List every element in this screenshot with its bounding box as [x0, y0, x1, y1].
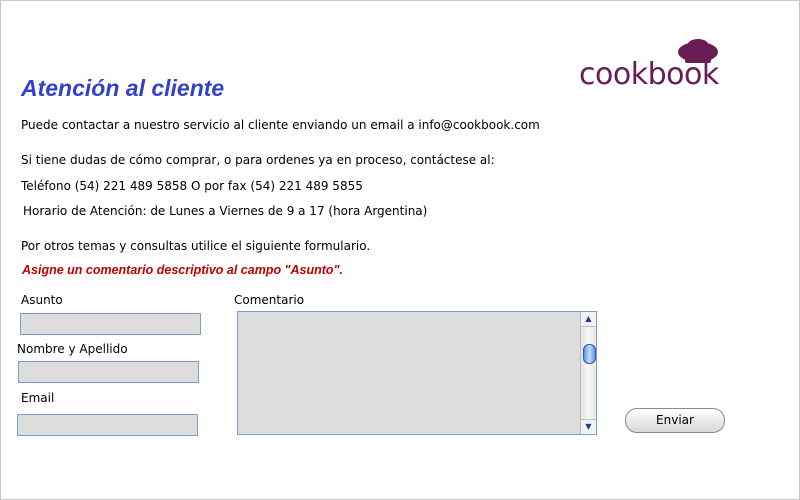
triangle-up-icon[interactable]: ▲ — [581, 312, 596, 327]
phone-text: Teléfono (54) 221 489 5858 O por fax (54… — [21, 179, 363, 193]
scrollbar-thumb[interactable] — [583, 344, 596, 364]
page-frame: cookbook Atención al cliente Puede conta… — [0, 0, 800, 500]
email-input[interactable] — [17, 414, 198, 436]
email-label: Email — [21, 391, 55, 405]
doubts-text: Si tiene dudas de cómo comprar, o para o… — [21, 153, 495, 167]
comentario-label: Comentario — [234, 293, 305, 307]
intro-text: Puede contactar a nuestro servicio al cl… — [21, 118, 540, 132]
comentario-scrollbar[interactable]: ▲ ▼ — [580, 312, 596, 434]
logo-wordmark: cookbook — [579, 57, 719, 92]
asunto-input[interactable] — [20, 313, 201, 335]
nombre-label: Nombre y Apellido — [17, 342, 128, 356]
hours-text: Horario de Atención: de Lunes a Viernes … — [23, 204, 428, 218]
page-title: Atención al cliente — [21, 75, 225, 101]
comentario-textarea[interactable] — [238, 312, 579, 434]
asunto-warning: Asigne un comentario descriptivo al camp… — [22, 263, 343, 277]
triangle-down-icon[interactable]: ▼ — [581, 419, 596, 434]
form-intro-text: Por otros temas y consultas utilice el s… — [21, 239, 371, 253]
comentario-container: ▲ ▼ — [237, 311, 597, 435]
cookbook-logo: cookbook — [579, 39, 744, 99]
enviar-button[interactable]: Enviar — [625, 408, 725, 433]
asunto-label: Asunto — [21, 293, 63, 307]
nombre-input[interactable] — [18, 361, 199, 383]
